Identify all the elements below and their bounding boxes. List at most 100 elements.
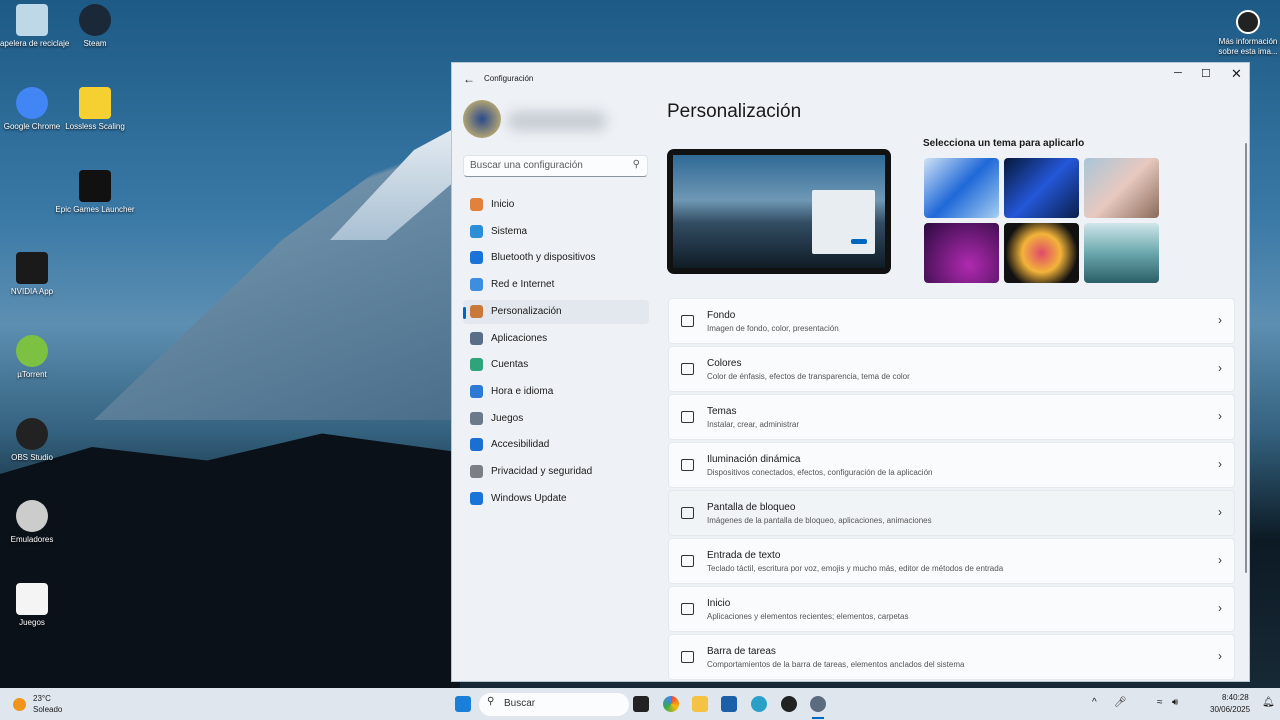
sidebar-item-label: Hora e idioma [491, 385, 554, 397]
theme-flow[interactable] [1084, 223, 1159, 283]
desktop-icon[interactable]: NVIDIA App [0, 252, 72, 297]
sidebar-item[interactable]: Windows Update [463, 487, 649, 511]
taskbar-search[interactable]: ⚲ Buscar [479, 693, 629, 716]
sidebar-item[interactable]: Hora e idioma [463, 380, 649, 404]
close-button[interactable]: ✕ [1231, 66, 1242, 82]
card-title: Temas [707, 406, 737, 417]
wallpaper-preview [667, 149, 891, 274]
card-subtitle: Comportamientos de la barra de tareas, e… [707, 660, 965, 669]
desktop-icon-label: Epic Games Launcher [55, 205, 135, 214]
sidebar-item[interactable]: Personalización [463, 299, 649, 324]
clock-time[interactable]: 8:40:28 [1222, 693, 1249, 702]
chevron-right-icon: › [1218, 601, 1222, 615]
maximize-button[interactable]: ☐ [1201, 67, 1211, 80]
theme-captured-motion[interactable] [1004, 223, 1079, 283]
settings-icon[interactable] [810, 696, 826, 712]
theme-windows-light[interactable] [924, 158, 999, 218]
settings-card[interactable]: Inicio Aplicaciones y elementos recientes… [668, 586, 1235, 632]
card-title: Fondo [707, 310, 736, 321]
sidebar-item-label: Aplicaciones [491, 332, 548, 344]
card-title: Barra de tareas [707, 646, 776, 657]
clock-date[interactable]: 30/06/2025 [1210, 705, 1250, 714]
mic-icon[interactable]: 🎤︎ [1114, 697, 1127, 708]
desktop-icon[interactable]: µTorrent [0, 335, 72, 380]
app-icon[interactable] [781, 696, 797, 712]
store-icon[interactable] [721, 696, 737, 712]
settings-card[interactable]: Fondo Imagen de fondo, color, presentació… [668, 298, 1235, 344]
weather-text[interactable]: Soleado [33, 705, 62, 714]
start-button[interactable] [455, 696, 471, 712]
sidebar-item[interactable]: Inicio [463, 193, 649, 217]
card-title: Iluminación dinámica [707, 454, 801, 465]
desktop-icon[interactable]: Emuladores [0, 500, 72, 545]
chevron-right-icon: › [1218, 361, 1222, 375]
sidebar-item[interactable]: Sistema [463, 220, 649, 244]
sidebar-item[interactable]: Cuentas [463, 353, 649, 377]
theme-windows-dark[interactable] [1004, 158, 1079, 218]
desktop-app-icon [16, 87, 48, 119]
desktop-icon[interactable]: Epic Games Launcher [55, 170, 135, 215]
page-title: Personalización [667, 101, 802, 122]
desktop-icon[interactable]: Juegos [0, 583, 72, 628]
sidebar-item-label: Bluetooth y dispositivos [491, 252, 596, 264]
sidebar-item-label: Accesibilidad [491, 439, 550, 451]
file-explorer-icon[interactable] [692, 696, 708, 712]
chevron-right-icon: › [1218, 457, 1222, 471]
desktop-app-icon [16, 500, 48, 532]
settings-card[interactable]: Entrada de texto Teclado táctil, escritur… [668, 538, 1235, 584]
card-subtitle: Imágenes de la pantalla de bloqueo, apli… [707, 516, 932, 525]
settings-card[interactable]: Barra de tareas Comportamientos de la bar… [668, 634, 1235, 680]
theme-glow[interactable] [924, 223, 999, 283]
settings-card[interactable]: Colores Color de énfasis, efectos de tran… [668, 346, 1235, 392]
search-icon: ⚲ [632, 159, 640, 170]
chrome-icon[interactable] [663, 696, 679, 712]
search-input[interactable]: Buscar una configuración ⚲ [463, 155, 648, 177]
settings-card[interactable]: Iluminación dinámica Dispositivos conecta… [668, 442, 1235, 488]
card-icon [681, 507, 694, 519]
edge-icon[interactable] [751, 696, 767, 712]
minimize-button[interactable]: ─ [1174, 67, 1182, 79]
back-button[interactable]: ← [463, 72, 475, 86]
sidebar-item-icon [470, 278, 483, 292]
sidebar-item-label: Windows Update [491, 492, 567, 504]
card-title: Pantalla de bloqueo [707, 502, 796, 513]
weather-temp[interactable]: 23°C [33, 694, 51, 703]
desktop-app-icon [16, 418, 48, 450]
wifi-icon[interactable]: ≈ [1157, 697, 1163, 708]
theme-custom[interactable] [1084, 158, 1159, 218]
tray-chevron-icon[interactable]: ^ [1092, 697, 1097, 708]
sidebar-item[interactable]: Red e Internet [463, 273, 649, 297]
task-view-icon[interactable] [633, 696, 649, 712]
card-icon [681, 363, 694, 375]
sidebar-item-icon [470, 465, 483, 478]
sidebar-item[interactable]: Juegos [463, 407, 649, 431]
volume-icon[interactable]: 🔊︎ [1172, 697, 1178, 708]
wallpaper-info-button[interactable]: Más información sobre esta ima... [1208, 10, 1280, 57]
search-icon: ⚲ [487, 696, 495, 707]
sidebar-item[interactable]: Accesibilidad [463, 433, 649, 457]
desktop-icon-label: Emuladores [10, 535, 54, 544]
notification-bell-icon[interactable]: 🔔︎ [1262, 697, 1275, 708]
sidebar-item-icon [470, 411, 483, 425]
sidebar-item[interactable]: Privacidad y seguridad [463, 460, 649, 484]
desktop-app-icon [16, 4, 48, 36]
chevron-right-icon: › [1218, 313, 1222, 327]
sidebar-item[interactable]: Bluetooth y dispositivos [463, 246, 649, 270]
desktop-app-icon [16, 335, 48, 367]
sidebar-item[interactable]: Aplicaciones [463, 327, 649, 351]
desktop-icon[interactable]: Lossless Scaling [55, 87, 135, 132]
sidebar-item-icon [470, 358, 483, 372]
settings-card[interactable]: Pantalla de bloqueo Imágenes de la pantal… [668, 490, 1235, 536]
scrollbar[interactable] [1245, 143, 1247, 573]
card-icon [681, 411, 694, 423]
blurred-username [507, 111, 607, 131]
sidebar-item-label: Cuentas [491, 359, 529, 371]
settings-card[interactable]: Temas Instalar, crear, administrar › [668, 394, 1235, 440]
taskbar: 23°C Soleado ⚲ Buscar ^ 🎤︎ ≈ 🔊︎ 8:40:28 3… [0, 688, 1280, 720]
settings-window: ← Configuración ─ ☐ ✕ Buscar una configu… [451, 62, 1250, 682]
chevron-right-icon: › [1218, 649, 1222, 663]
desktop-icon[interactable]: Steam [55, 4, 135, 49]
desktop-icon[interactable]: OBS Studio [0, 418, 72, 463]
desktop-app-icon [79, 87, 111, 119]
window-title: Configuración [484, 74, 534, 83]
